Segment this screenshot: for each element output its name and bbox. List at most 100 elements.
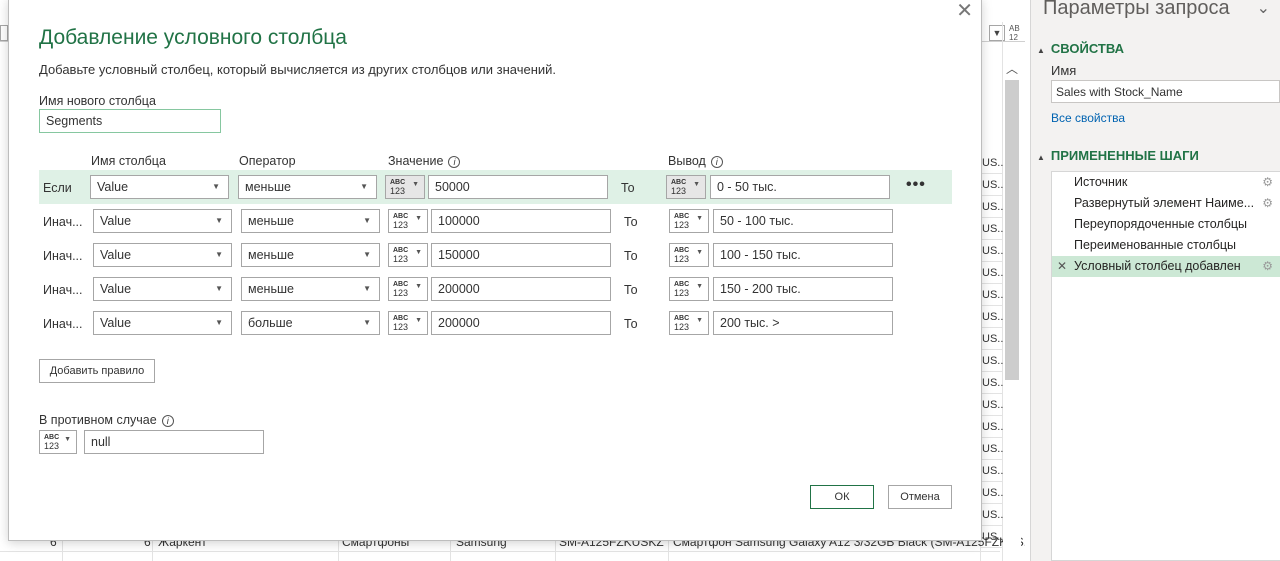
add-rule-button[interactable]: Добавить правило [39,359,155,383]
column-type-icon[interactable]: AB 12 [1009,24,1020,42]
chevron-down-icon: ▼ [363,284,371,293]
grid-row-line [980,195,1002,196]
info-icon[interactable]: i [448,155,461,168]
operator-select[interactable]: меньше ▼ [241,209,380,233]
info-icon[interactable]: i [710,155,723,168]
applied-steps-section-header[interactable]: ▲ ПРИМЕНЕННЫЕ ШАГИ [1037,148,1199,163]
scrollbar-thumb[interactable] [1005,80,1019,380]
column-filter-dropdown-left[interactable] [0,25,8,41]
value-header: Значение i [388,154,461,168]
chevron-down-icon: ▼ [64,436,71,443]
chevron-down-icon: ▼ [363,250,371,259]
chevron-down-icon: ▼ [363,318,371,327]
cancel-button[interactable]: Отмена [888,485,952,509]
delete-step-icon[interactable]: ✕ [1057,256,1067,277]
applied-step-item[interactable]: Развернутый элемент Наиме... ⚙ [1052,193,1280,214]
chevron-down-icon: ▼ [415,283,422,290]
rule-prefix-label: Инач... [43,215,83,229]
output-type-button[interactable]: ABC 123 ▼ [669,311,709,335]
applied-steps-list: Источник ⚙ Развернутый элемент Наиме... ⚙ Пе… [1051,171,1280,561]
then-label: То [624,215,638,229]
column-name-select[interactable]: Value ▼ [93,311,232,335]
close-icon[interactable]: ✕ [956,1,973,21]
pane-title: Параметры запроса [1043,0,1230,19]
rule-prefix-label: Если [43,181,72,195]
value-input[interactable]: 150000 [431,243,611,267]
ok-button[interactable]: ОК [810,485,874,509]
grid-row-line [980,371,1002,372]
grid-row-line [980,459,1002,460]
gear-icon[interactable]: ⚙ [1262,172,1273,193]
operator-header: Оператор [239,154,296,168]
then-label: То [624,249,638,263]
grid-row-line [980,503,1002,504]
more-options-icon[interactable]: ••• [906,176,926,194]
chevron-down-icon: ▼ [415,215,422,222]
grid-row-line [980,261,1002,262]
applied-step-item[interactable]: ✕ Условный столбец добавлен ⚙ [1052,256,1280,277]
applied-step-item[interactable]: Источник ⚙ [1052,172,1280,193]
query-name-label: Имя [1051,63,1077,78]
value-type-button[interactable]: ABC 123 ▼ [388,277,428,301]
value-type-button[interactable]: ABC 123 ▼ [388,311,428,335]
grid-row-line [980,239,1002,240]
vertical-scrollbar[interactable]: ︿ [1003,60,1021,561]
scroll-up-icon[interactable]: ︿ [1006,60,1018,77]
applied-step-item[interactable]: Переименованные столбцы [1052,235,1280,256]
output-input[interactable]: 0 - 50 тыс. [710,175,890,199]
value-type-button[interactable]: ABC 123 ▼ [385,175,425,199]
dialog-title: Добавление условного столбца [39,26,347,49]
else-value-input[interactable]: null [84,430,264,454]
query-settings-pane: Параметры запроса ⌄ ▲ СВОЙСТВА Имя Sales … [1030,0,1280,561]
new-column-label: Имя нового столбца [39,94,156,108]
grid-row-line [980,349,1002,350]
grid-row-line [980,217,1002,218]
all-properties-link[interactable]: Все свойства [1051,111,1125,125]
value-type-button[interactable]: ABC 123 ▼ [388,243,428,267]
column-name-select[interactable]: Value ▼ [93,277,232,301]
grid-row-line [980,393,1002,394]
chevron-down-icon: ▼ [215,216,223,225]
value-input[interactable]: 200000 [431,277,611,301]
applied-step-item[interactable]: Переупорядоченные столбцы [1052,214,1280,235]
else-type-button[interactable]: ABC 123 ▼ [39,430,77,454]
collapse-triangle-icon: ▲ [1037,46,1045,55]
gear-icon[interactable]: ⚙ [1262,256,1273,277]
info-icon[interactable]: i [161,414,174,427]
column-name-select[interactable]: Value ▼ [90,175,229,199]
chevron-down-icon: ▼ [363,216,371,225]
operator-select[interactable]: меньше ▼ [241,277,380,301]
rule-prefix-label: Инач... [43,317,83,331]
value-type-button[interactable]: ABC 123 ▼ [388,209,428,233]
operator-select[interactable]: меньше ▼ [238,175,377,199]
column-name-select[interactable]: Value ▼ [93,209,232,233]
then-label: То [624,317,638,331]
collapse-triangle-icon: ▲ [1037,153,1045,162]
column-name-header: Имя столбца [91,154,166,168]
chevron-down-icon: ▼ [693,181,700,188]
add-conditional-column-dialog: ✕ Добавление условного столбца Добавьте … [8,0,982,541]
gear-icon[interactable]: ⚙ [1262,193,1273,214]
column-name-select[interactable]: Value ▼ [93,243,232,267]
value-input[interactable]: 200000 [431,311,611,335]
output-type-button[interactable]: ABC 123 ▼ [669,209,709,233]
output-input[interactable]: 50 - 100 тыс. [713,209,893,233]
properties-section-header[interactable]: ▲ СВОЙСТВА [1037,41,1124,56]
output-input[interactable]: 100 - 150 тыс. [713,243,893,267]
grid-row-line [980,283,1002,284]
grid-row-line [980,173,1002,174]
query-name-input[interactable]: Sales with Stock_Name [1051,80,1280,103]
new-column-name-input[interactable]: Segments [39,109,221,133]
pane-chevron-icon[interactable]: ⌄ [1257,0,1270,18]
value-input[interactable]: 100000 [431,209,611,233]
output-type-button[interactable]: ABC 123 ▼ [669,243,709,267]
grid-row-line [0,551,1000,552]
operator-select[interactable]: больше ▼ [241,311,380,335]
value-input[interactable]: 50000 [428,175,608,199]
output-type-button[interactable]: ABC 123 ▼ [666,175,706,199]
output-input[interactable]: 150 - 200 тыс. [713,277,893,301]
operator-select[interactable]: меньше ▼ [241,243,380,267]
chevron-down-icon: ▼ [412,181,419,188]
output-type-button[interactable]: ABC 123 ▼ [669,277,709,301]
output-input[interactable]: 200 тыс. > [713,311,893,335]
